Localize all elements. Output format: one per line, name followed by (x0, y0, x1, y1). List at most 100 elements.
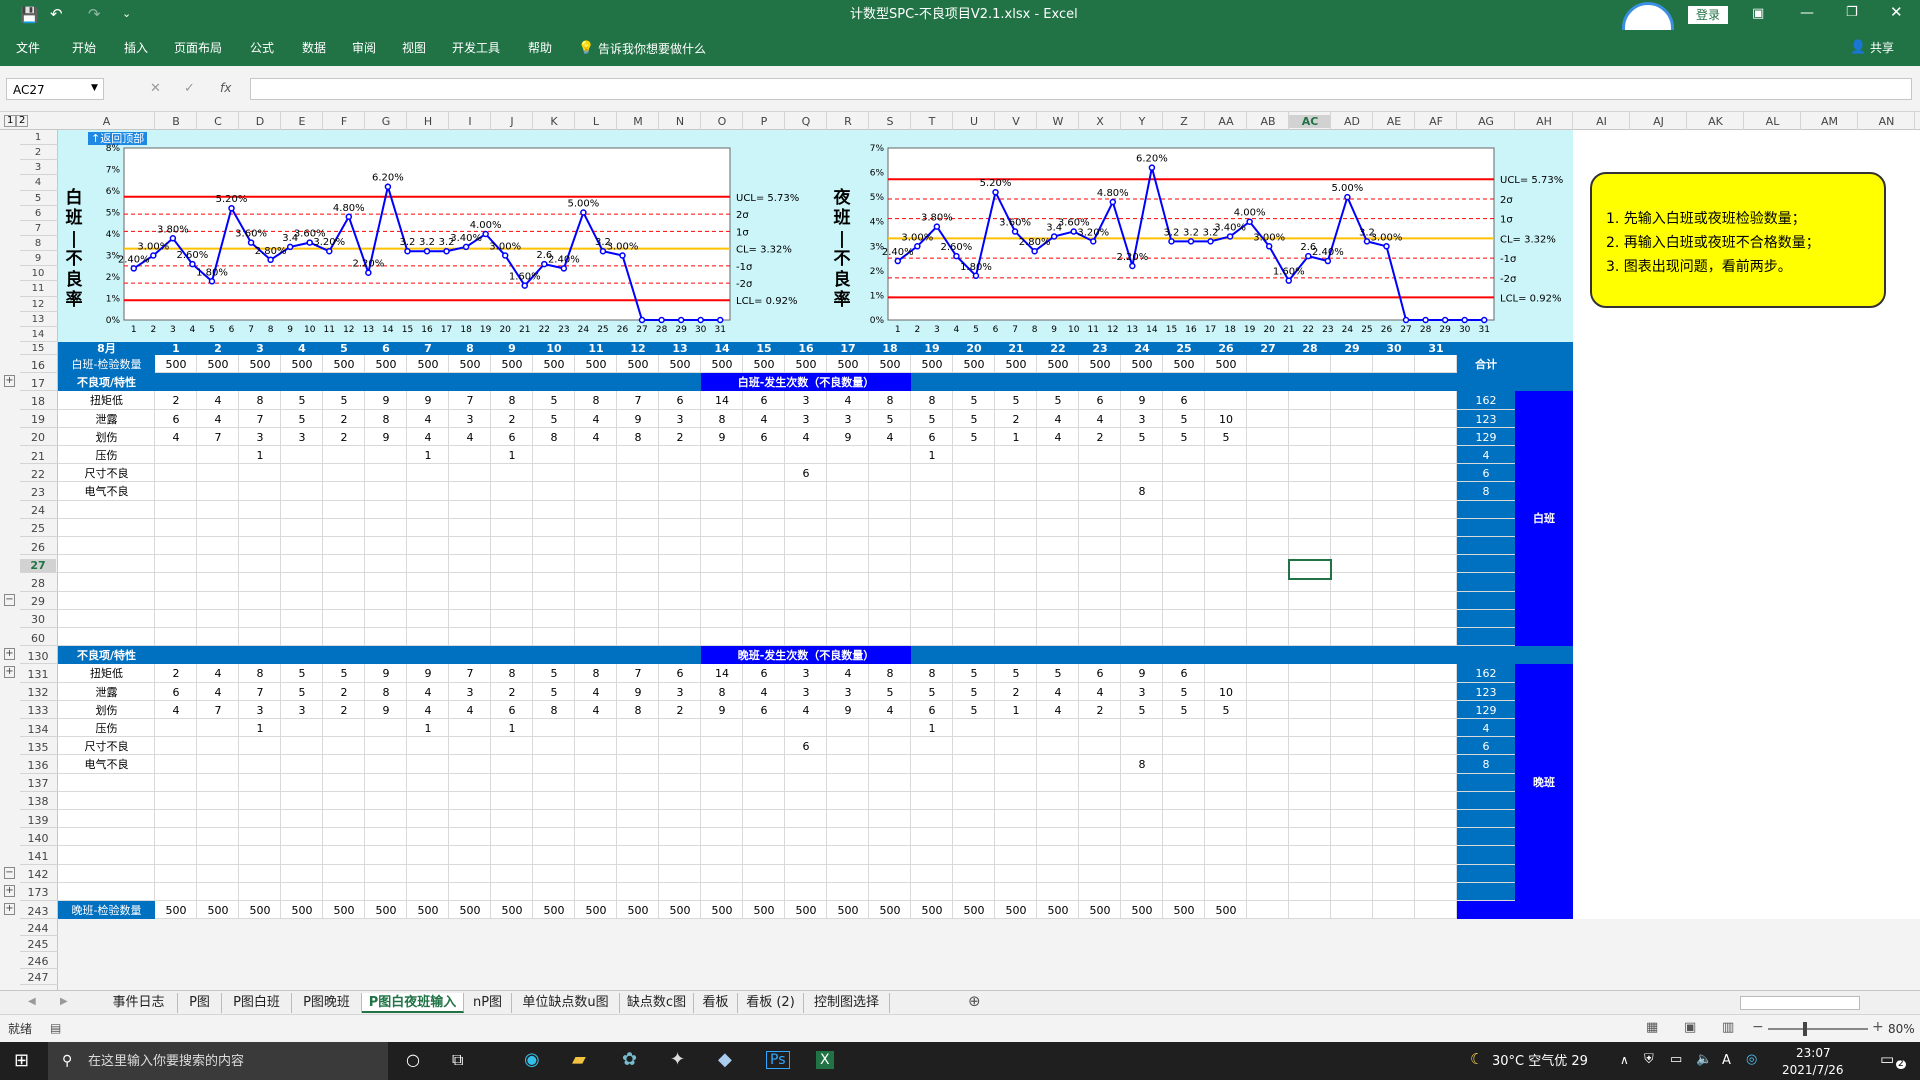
row-header[interactable]: 138 (20, 795, 56, 808)
cancel-icon[interactable]: ✕ (150, 82, 161, 95)
row-header[interactable]: 13 (20, 314, 56, 325)
defect-count-cell[interactable]: 6 (743, 668, 785, 679)
row-header[interactable]: 133 (20, 704, 56, 717)
defect-count-cell[interactable]: 6 (1163, 395, 1205, 406)
minimize-icon[interactable]: — (1800, 6, 1814, 20)
defect-count-cell[interactable]: 8 (491, 395, 533, 406)
row-header[interactable]: 30 (20, 613, 56, 626)
defect-count-cell[interactable]: 8 (533, 705, 575, 716)
row-header[interactable]: 142 (20, 868, 56, 881)
app-icon-2[interactable]: ✦ (670, 1051, 685, 1069)
defect-count-cell[interactable]: 4 (407, 705, 449, 716)
ribbon-display-icon[interactable]: ▣ (1752, 7, 1764, 20)
defect-count-cell[interactable]: 5 (953, 432, 995, 443)
night-inspect-cell[interactable]: 500 (911, 905, 953, 916)
defect-count-cell[interactable]: 5 (869, 687, 911, 698)
night-inspect-cell[interactable]: 500 (953, 905, 995, 916)
row-header[interactable]: 131 (20, 668, 56, 681)
defect-count-cell[interactable]: 1 (407, 723, 449, 734)
row-header[interactable]: 27 (20, 558, 56, 572)
day-inspect-cell[interactable]: 500 (323, 359, 365, 370)
column-header[interactable]: AN (1858, 115, 1915, 128)
defect-count-cell[interactable]: 5 (281, 668, 323, 679)
defect-count-cell[interactable]: 4 (155, 432, 197, 443)
outline-level-1[interactable]: 1 (4, 115, 17, 127)
row-header[interactable]: 29 (20, 595, 56, 608)
night-inspect-cell[interactable]: 500 (743, 905, 785, 916)
column-header[interactable]: W (1037, 115, 1079, 128)
day-inspect-cell[interactable]: 500 (1121, 359, 1163, 370)
row-header[interactable]: 22 (20, 468, 56, 481)
defect-count-cell[interactable]: 4 (827, 395, 869, 406)
defect-count-cell[interactable]: 5 (281, 414, 323, 425)
defect-count-cell[interactable]: 4 (1037, 687, 1079, 698)
weather-text[interactable]: 30°C 空气优 29 (1492, 1055, 1588, 1068)
night-inspect-cell[interactable]: 500 (365, 905, 407, 916)
file-explorer-icon[interactable]: ▰ (572, 1051, 586, 1069)
defect-count-cell[interactable]: 5 (323, 395, 365, 406)
row-header[interactable]: 15 (20, 343, 56, 354)
sheet-tab[interactable]: P图白班 (222, 993, 292, 1013)
defect-count-cell[interactable]: 6 (659, 668, 701, 679)
row-header[interactable]: 2 (20, 147, 56, 158)
defect-count-cell[interactable]: 3 (281, 432, 323, 443)
defect-count-cell[interactable]: 5 (1163, 705, 1205, 716)
defect-count-cell[interactable]: 6 (659, 395, 701, 406)
row-header[interactable]: 1 (20, 132, 56, 143)
column-header[interactable]: H (407, 115, 449, 128)
defect-count-cell[interactable]: 4 (575, 414, 617, 425)
defect-count-cell[interactable]: 1 (239, 450, 281, 461)
defect-count-cell[interactable]: 8 (239, 668, 281, 679)
defect-count-cell[interactable]: 4 (449, 705, 491, 716)
defect-count-cell[interactable]: 9 (407, 395, 449, 406)
defect-count-cell[interactable]: 2 (1079, 432, 1121, 443)
defect-count-cell[interactable]: 2 (155, 668, 197, 679)
defect-count-cell[interactable]: 5 (953, 705, 995, 716)
row-header[interactable]: 23 (20, 486, 56, 499)
column-header[interactable]: AE (1373, 115, 1415, 128)
redo-icon[interactable]: ↷ (88, 7, 101, 22)
defect-count-cell[interactable]: 8 (911, 668, 953, 679)
ribbon-tab[interactable]: 公式 (250, 42, 274, 54)
defect-count-cell[interactable]: 7 (617, 668, 659, 679)
defect-count-cell[interactable]: 9 (701, 705, 743, 716)
sheet-tab[interactable]: P图晚班 (292, 993, 362, 1013)
night-inspect-cell[interactable]: 500 (869, 905, 911, 916)
defect-count-cell[interactable]: 2 (995, 414, 1037, 425)
task-view-icon[interactable]: ⧉ (452, 1052, 463, 1068)
defect-count-cell[interactable]: 5 (1121, 432, 1163, 443)
undo-icon[interactable]: ↶ (50, 7, 63, 22)
shield-icon[interactable]: ⛨ (1644, 1053, 1654, 1066)
defect-count-cell[interactable]: 8 (491, 668, 533, 679)
defect-count-cell[interactable]: 4 (827, 668, 869, 679)
defect-count-cell[interactable]: 2 (491, 414, 533, 425)
night-inspect-cell[interactable]: 500 (197, 905, 239, 916)
defect-count-cell[interactable]: 6 (155, 414, 197, 425)
horizontal-scrollbar[interactable] (1740, 996, 1860, 1010)
day-inspect-cell[interactable]: 500 (491, 359, 533, 370)
defect-count-cell[interactable]: 8 (575, 668, 617, 679)
defect-count-cell[interactable]: 3 (785, 687, 827, 698)
defect-count-cell[interactable]: 2 (323, 705, 365, 716)
sheet-tab[interactable]: 事件日志 (100, 993, 178, 1013)
defect-count-cell[interactable]: 5 (1163, 432, 1205, 443)
outline-toggle-icon[interactable]: + (4, 375, 15, 388)
defect-count-cell[interactable]: 9 (1121, 668, 1163, 679)
defect-count-cell[interactable]: 4 (869, 705, 911, 716)
night-inspect-cell[interactable]: 500 (1079, 905, 1121, 916)
defect-count-cell[interactable]: 10 (1205, 687, 1247, 698)
ribbon-tab[interactable]: 审阅 (352, 42, 376, 54)
night-inspect-cell[interactable]: 500 (281, 905, 323, 916)
defect-count-cell[interactable]: 5 (995, 668, 1037, 679)
zoom-slider-thumb[interactable] (1803, 1022, 1807, 1036)
normal-view-icon[interactable]: ▦ (1646, 1021, 1658, 1034)
night-inspect-cell[interactable]: 500 (701, 905, 743, 916)
row-header[interactable]: 9 (20, 253, 56, 264)
defect-count-cell[interactable]: 2 (155, 395, 197, 406)
column-header[interactable]: M (617, 115, 659, 128)
defect-count-cell[interactable]: 8 (575, 395, 617, 406)
defect-count-cell[interactable]: 3 (827, 414, 869, 425)
defect-count-cell[interactable]: 8 (869, 395, 911, 406)
name-box[interactable]: AC27 ▼ (6, 78, 104, 100)
selected-cell[interactable] (1288, 559, 1332, 580)
